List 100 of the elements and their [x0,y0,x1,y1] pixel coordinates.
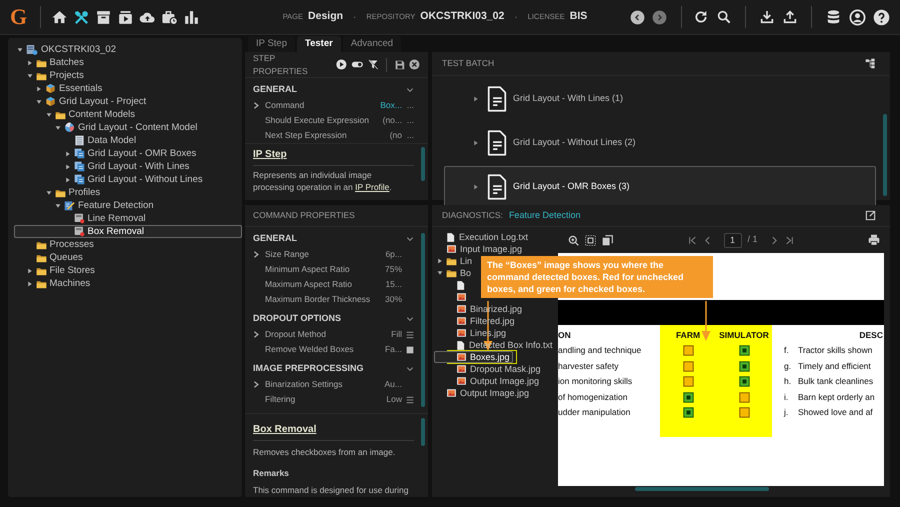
tree-item[interactable]: Essentials [14,82,106,95]
home-icon[interactable] [51,8,68,26]
list-icon[interactable] [406,396,414,404]
tree-item[interactable]: File Stores [14,264,99,277]
property-value[interactable]: 15... [385,278,402,291]
property-row[interactable]: Maximum Aspect Ratio 15... [245,277,428,292]
diagnostics-link[interactable]: Feature Detection [508,208,580,222]
expand-caret-icon[interactable] [437,258,443,264]
chevron-icon[interactable] [406,234,414,242]
property-row[interactable]: Remove Welded Boxes Fa... [245,342,428,357]
expand-caret-icon[interactable] [26,268,32,274]
page-number-field[interactable]: 1 [724,232,742,248]
bar-chart-icon[interactable] [183,8,200,26]
ellipsis-button[interactable]: ... [406,114,414,127]
expand-chevron-icon[interactable] [253,102,260,109]
tab[interactable]: Advanced [342,36,402,52]
collapse-caret-icon[interactable] [437,270,443,276]
open-external-icon[interactable] [865,210,876,221]
filter-off-icon[interactable] [368,59,378,70]
tree-item[interactable]: Projects [14,69,88,82]
property-row[interactable]: Should Execute Expression (no... ... [245,113,428,128]
property-row[interactable]: Next Step Expression (no ... [245,128,428,143]
previous-page-icon[interactable] [702,236,712,244]
database-icon[interactable] [825,8,842,26]
tree-item[interactable]: Dropout Mask.jpg [434,363,544,375]
first-page-icon[interactable] [688,236,696,244]
zoom-in-icon[interactable] [568,234,579,246]
property-value[interactable]: Low [386,393,402,406]
tree-item[interactable]: Grid Layout - Project [14,95,150,108]
property-row[interactable]: Dropout Method Fill [245,327,428,342]
collapse-caret-icon[interactable] [26,72,32,78]
expand-chevron-icon[interactable] [253,381,260,388]
tools-icon[interactable] [73,8,90,26]
ellipsis-button[interactable]: ... [406,129,414,142]
tree-item[interactable]: Data Model [14,134,140,147]
property-row[interactable]: Binarization Settings Au... [245,377,428,392]
expand-caret-icon[interactable] [473,140,479,146]
briefcase-clock-icon[interactable] [161,8,178,26]
tree-item[interactable]: Profiles [14,186,104,199]
expand-caret-icon[interactable] [64,164,70,170]
scrollbar[interactable] [421,233,425,407]
property-value[interactable]: (no... [382,114,402,127]
property-value[interactable]: 6p... [385,248,402,261]
chevron-icon[interactable] [406,86,414,94]
forward-icon[interactable] [652,10,667,24]
app-logo[interactable]: G [10,6,30,28]
play-box-icon[interactable] [117,8,134,26]
tree-item[interactable]: Queues [14,251,87,264]
property-row[interactable]: Command Box... ... [245,98,428,113]
tree-item[interactable]: Machines [14,277,94,290]
selected-tree-item[interactable]: Box Removal [14,225,242,238]
collapse-caret-icon[interactable] [36,98,42,104]
expand-caret-icon[interactable] [473,96,479,102]
checkbox[interactable] [406,346,414,354]
tree-item[interactable]: Grid Layout - Content Model [14,121,202,134]
refresh-icon[interactable] [693,9,709,25]
expand-caret-icon[interactable] [26,280,32,286]
selected-batch-item[interactable]: Grid Layout - OMR Boxes (3) [444,166,876,207]
collapse-caret-icon[interactable] [17,46,23,52]
collapse-caret-icon[interactable] [46,112,52,118]
expand-chevron-icon[interactable] [253,251,260,258]
back-icon[interactable] [630,10,645,24]
tree-item[interactable]: Content Models [14,108,140,121]
tree-item[interactable]: Input Image.jpg [434,243,526,255]
help-link[interactable]: IP Profile [355,182,390,192]
tab[interactable]: Tester [297,36,341,52]
property-value[interactable]: 75% [384,263,402,276]
expand-caret-icon[interactable] [26,60,32,66]
hierarchy-icon[interactable] [865,58,876,69]
tree-item[interactable]: Execution Log.txt [434,231,532,243]
collapse-caret-icon[interactable] [55,202,61,208]
property-value[interactable]: Au... [384,378,402,391]
tree-item[interactable]: Feature Detection [14,199,158,212]
collapse-caret-icon[interactable] [46,190,52,196]
print-icon[interactable] [868,234,880,246]
ellipsis-button[interactable]: ... [406,99,414,112]
chevron-icon[interactable] [406,314,414,322]
tree-item[interactable]: Line Removal [14,212,150,225]
expand-caret-icon[interactable] [473,184,479,190]
close-icon[interactable] [409,59,420,70]
help-icon[interactable] [873,8,890,26]
tree-item[interactable]: Output Image.jpg [434,375,542,387]
property-value[interactable]: Fa... [384,343,402,356]
batch-item[interactable]: Grid Layout - Without Lines (2) [444,122,876,163]
play-icon[interactable] [336,59,348,70]
selected-tree-item[interactable]: Boxes.jpg [434,351,513,363]
tree-item[interactable]: Grid Layout - Without Lines [14,173,207,186]
tree-item[interactable]: Bo [434,267,474,279]
next-page-icon[interactable] [770,236,779,244]
scrollbar[interactable] [883,114,887,196]
tree-item[interactable]: Grid Layout - With Lines [14,160,194,173]
user-icon[interactable] [849,8,866,26]
property-value[interactable]: Box... [380,99,402,112]
chevron-icon[interactable] [406,364,414,372]
tree-item[interactable]: Batches [14,56,88,69]
tree-item[interactable]: Lin [434,255,476,267]
tree-item[interactable]: Processes [14,238,98,251]
property-value[interactable]: 30% [384,293,402,306]
expand-caret-icon[interactable] [64,176,70,182]
tab[interactable]: IP Step [248,36,295,52]
